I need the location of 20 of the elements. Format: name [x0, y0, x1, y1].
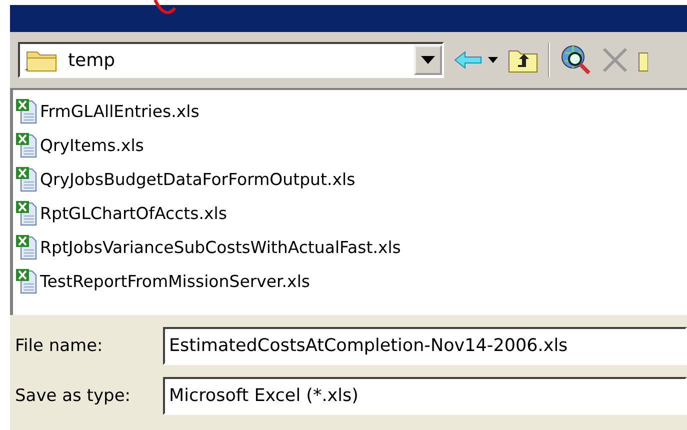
spreadsheet-file-icon — [15, 268, 37, 294]
spreadsheet-file-icon — [15, 98, 37, 124]
spreadsheet-file-icon — [15, 166, 37, 192]
spreadsheet-file-icon — [15, 200, 37, 226]
file-item[interactable]: TestReportFromMissionServer.xls — [13, 264, 687, 298]
input-field[interactable]: EstimatedCostsAtCompletion-Nov14-2006.xls — [163, 327, 687, 365]
field-label: File name: — [15, 336, 104, 356]
location-dropdown[interactable]: temp — [18, 42, 444, 78]
spreadsheet-file-icon — [15, 234, 37, 260]
input-field[interactable]: Microsoft Excel (*.xls) — [163, 377, 687, 415]
field-label: Save as type: — [15, 386, 132, 406]
file-item[interactable]: RptJobsVarianceSubCostsWithActualFast.xls — [13, 230, 687, 264]
back-arrow-icon[interactable] — [454, 50, 482, 70]
file-item[interactable]: QryItems.xls — [13, 128, 687, 162]
search-web-icon[interactable] — [560, 44, 592, 76]
spreadsheet-file-icon — [15, 132, 37, 158]
file-item[interactable]: QryJobsBudgetDataForFormOutput.xls — [13, 162, 687, 196]
file-item[interactable]: RptGLChartOfAccts.xls — [13, 196, 687, 230]
file-item[interactable]: FrmGLAllEntries.xls — [13, 94, 687, 128]
caret-icon[interactable] — [488, 57, 498, 63]
